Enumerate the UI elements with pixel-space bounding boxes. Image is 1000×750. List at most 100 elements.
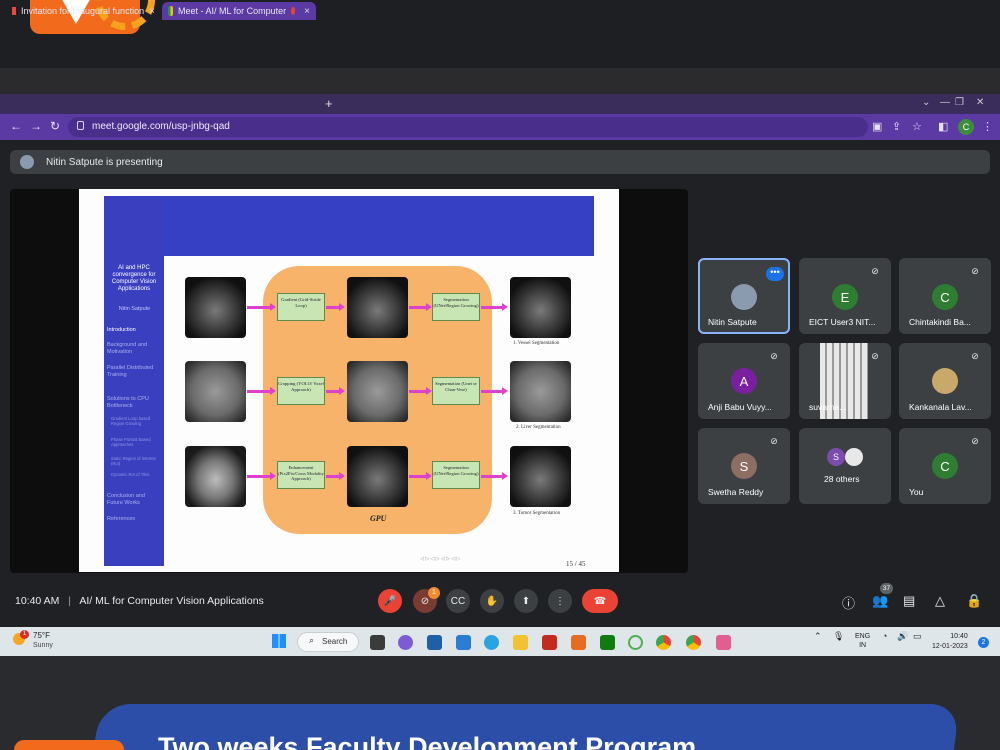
search-label[interactable]: Search: [322, 637, 347, 646]
leave-call-button[interactable]: ☎: [582, 589, 618, 613]
ct-scan-image: [510, 277, 571, 338]
participant-name: suvarna...: [809, 402, 847, 412]
mic-toggle-button[interactable]: 🎤: [378, 589, 402, 613]
back-icon[interactable]: ←: [10, 119, 22, 133]
avatar: E: [832, 284, 858, 310]
reload-icon[interactable]: ↻: [50, 119, 60, 133]
participant-tile[interactable]: ⊘ A Anji Babu Vuyy...: [698, 343, 790, 419]
meeting-details-icon[interactable]: ⓘ: [842, 593, 855, 612]
tab-search-icon[interactable]: ⌄: [922, 97, 930, 108]
participant-tile[interactable]: ⊘ Kankanala Lav...: [899, 343, 991, 419]
ct-scan-image: [347, 446, 408, 507]
ct-scan-image: [510, 446, 571, 507]
tray-chevron-icon[interactable]: ⌃: [814, 632, 822, 641]
mic-off-icon: ⊘: [971, 351, 979, 361]
activities-icon[interactable]: △: [935, 593, 945, 609]
mic-off-icon: ⊘: [971, 436, 979, 446]
avatar: [932, 368, 958, 394]
volume-icon[interactable]: 🔊: [897, 632, 908, 641]
lock-icon[interactable]: [77, 121, 84, 130]
participant-tile[interactable]: ⊘ suvarna...: [799, 343, 891, 419]
wifi-icon[interactable]: ◔: [882, 632, 887, 641]
screen: Invitation for Inaugural function × Meet…: [0, 0, 1000, 750]
close-window-icon[interactable]: ✕: [976, 97, 984, 108]
task-view-icon[interactable]: [370, 635, 385, 650]
chrome-profile-icon[interactable]: [686, 635, 701, 650]
slide-nav-controls[interactable]: ◁ ▷ ◁ ▷ ◁ ▷ ◁ ▷: [420, 556, 461, 562]
self-tile[interactable]: ⊘ C You: [899, 428, 991, 504]
mic-tray-icon[interactable]: 🎙: [833, 632, 844, 641]
battery-icon[interactable]: ▭: [913, 632, 922, 641]
meet-icon: [168, 6, 173, 16]
banner-divider: [0, 68, 1000, 94]
clock-time: 10:40: [950, 633, 968, 640]
ct-scan-image: [347, 361, 408, 422]
restore-icon[interactable]: ❐: [955, 97, 964, 108]
participant-tile[interactable]: ••• Nitin Satpute: [698, 258, 790, 334]
url-text[interactable]: meet.google.com/usp-jnbg-qad: [92, 121, 230, 132]
participant-tile[interactable]: ⊘ E EICT User3 NIT...: [799, 258, 891, 334]
flow-arrow: [247, 303, 276, 311]
flow-arrow: [409, 303, 432, 311]
store-icon[interactable]: [542, 635, 557, 650]
profile-avatar[interactable]: C: [958, 119, 974, 135]
banner-title: Two weeks Faculty Development Program: [158, 732, 697, 750]
minimize-icon[interactable]: —: [940, 97, 950, 108]
bookmark-star-icon[interactable]: ☆: [912, 120, 922, 133]
people-icon[interactable]: 👥: [872, 593, 888, 609]
camera-icon[interactable]: ▣: [872, 120, 882, 133]
share-icon[interactable]: ⇪: [892, 120, 901, 133]
more-options-icon[interactable]: •••: [766, 267, 784, 281]
chrome-icon[interactable]: [656, 635, 671, 650]
tab-invitation[interactable]: Invitation for Inaugural function ×: [6, 2, 160, 20]
flow-arrow: [481, 303, 508, 311]
file-explorer-icon[interactable]: [513, 635, 528, 650]
desktop-icon[interactable]: [456, 635, 471, 650]
tab-label: Invitation for Inaugural function: [21, 6, 145, 16]
forward-icon[interactable]: →: [30, 119, 42, 133]
app-icon[interactable]: [571, 635, 586, 650]
taskbar-clock[interactable]: 10:40 12-01-2023: [932, 632, 968, 652]
more-options-button[interactable]: ⋮: [548, 589, 572, 613]
ct-scan-image: [510, 361, 571, 422]
tab-close-icon[interactable]: ×: [304, 6, 310, 17]
slide-subnav-item: Phase Portrait Based Approaches: [111, 437, 151, 447]
widgets-icon[interactable]: [427, 635, 442, 650]
xbox-icon[interactable]: [600, 635, 615, 650]
sidebar-icon[interactable]: ◧: [938, 120, 948, 133]
participant-tile[interactable]: ⊘ C Chintakindi Ba...: [899, 258, 991, 334]
browser-tabbar: [0, 94, 1000, 114]
flow-arrow: [326, 387, 345, 395]
language-indicator[interactable]: ENG IN: [855, 632, 870, 650]
participant-name: Nitin Satpute: [708, 317, 757, 327]
present-button[interactable]: ⬆: [514, 589, 538, 613]
captions-button[interactable]: CC: [446, 589, 470, 613]
participant-name: EICT User3 NIT...: [809, 317, 876, 327]
raise-hand-button[interactable]: ✋: [480, 589, 504, 613]
clock-date: 12-01-2023: [932, 643, 968, 650]
windows-start-icon[interactable]: [272, 634, 286, 648]
menu-kebab-icon[interactable]: ⋮: [982, 120, 993, 133]
slide-author: Nitin Satpute: [118, 306, 151, 312]
weather-description[interactable]: Sunny: [33, 642, 53, 649]
slide-page-number: 15 / 45: [566, 560, 586, 568]
weather-temperature[interactable]: 75°F: [33, 631, 50, 640]
others-count: 28 others: [824, 474, 860, 484]
app-icon[interactable]: [628, 635, 643, 650]
others-tile[interactable]: S 28 others: [799, 428, 891, 504]
snipping-tool-icon[interactable]: [716, 635, 731, 650]
tab-meet[interactable]: Meet - AI/ ML for Computer ×: [162, 2, 316, 20]
host-controls-icon[interactable]: 🔒: [966, 593, 982, 609]
process-box: Segmentation (UNet/Region Growing): [432, 461, 480, 489]
slide-nav-item: Introduction: [107, 327, 136, 333]
tab-close-icon[interactable]: ×: [149, 6, 155, 17]
notification-badge[interactable]: 2: [978, 637, 989, 648]
avatar: S: [827, 448, 845, 466]
banner-accent: [14, 740, 124, 750]
new-tab-icon[interactable]: +: [325, 96, 333, 111]
edge-icon[interactable]: [484, 635, 499, 650]
chat-app-icon[interactable]: [398, 635, 413, 650]
participant-tile[interactable]: ⊘ S Swetha Reddy: [698, 428, 790, 504]
slide-sidebar-title: AI and HPC convergence for Computer Visi…: [111, 265, 157, 292]
chat-icon[interactable]: ▤: [903, 593, 915, 609]
